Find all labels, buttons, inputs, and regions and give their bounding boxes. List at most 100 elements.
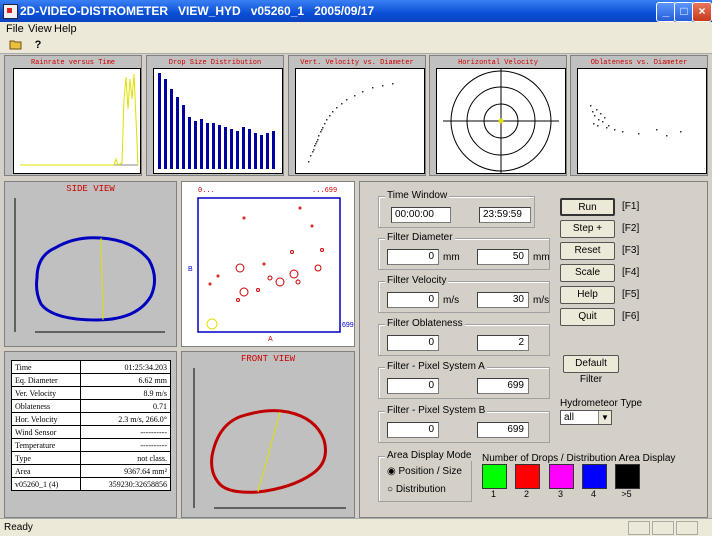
toolbar: ? xyxy=(0,37,712,54)
default-filter-button[interactable]: Default Filter xyxy=(563,355,619,385)
velocity-min-input[interactable]: 0 xyxy=(387,292,439,308)
table-row: Eq. Diameter 6.62 mm xyxy=(10,373,171,387)
area-mode-group: Area Display Mode ◉ Position / Size ○ Di… xyxy=(378,450,474,502)
psb-max-input[interactable]: 699 xyxy=(477,422,529,438)
run-button[interactable]: Run xyxy=(560,198,615,216)
oblateness-min-input[interactable]: 0 xyxy=(387,335,439,351)
time-window-label: Time Window xyxy=(385,190,450,201)
close-button[interactable]: × xyxy=(692,2,712,22)
time-window-group: Time Window 00:00:00 23:59:59 xyxy=(378,190,535,228)
filter-velocity-label: Filter Velocity xyxy=(385,275,449,286)
quit-button[interactable]: Quit xyxy=(560,308,615,326)
title-bar[interactable]: 2D-VIDEO-DISTROMETER VIEW_HYD v05260_1 2… xyxy=(0,0,712,22)
front-view-plot xyxy=(193,368,346,509)
scale-button[interactable]: Scale xyxy=(560,264,615,282)
swatch-1 xyxy=(482,464,507,489)
status-pane xyxy=(676,521,698,535)
chevron-down-icon[interactable]: ▼ xyxy=(598,411,611,424)
filter-psb-label: Filter - Pixel System B xyxy=(385,405,488,416)
window-title: 2D-VIDEO-DISTROMETER VIEW_HYD v05260_1 2… xyxy=(20,4,375,18)
info-panel: Time 01:25:34.203 Eq. Diameter 6.62 mm Ver… xyxy=(4,351,177,518)
folder-open-icon[interactable] xyxy=(8,38,24,53)
dsd-plot xyxy=(158,73,275,169)
swatch-3 xyxy=(549,464,574,489)
minimize-button[interactable]: _ xyxy=(656,2,676,22)
controls-panel: Time Window 00:00:00 23:59:59 Filter Dia… xyxy=(359,181,708,518)
swatch-2 xyxy=(515,464,540,489)
psa-max-input[interactable]: 699 xyxy=(477,378,529,394)
table-row: Type not class. xyxy=(10,451,171,465)
quit-key: [F6] xyxy=(622,311,640,322)
hv-plot xyxy=(443,69,559,173)
filter-velocity-group: Filter Velocity 0 m/s 30 m/s xyxy=(378,275,550,313)
menu-view[interactable]: View xyxy=(28,23,52,35)
app-icon xyxy=(3,4,18,19)
filter-diameter-label: Filter Diameter xyxy=(385,232,455,243)
ob-panel: Oblateness vs. Diameter xyxy=(570,55,708,176)
table-row: Area 9367.64 mm² xyxy=(10,464,171,478)
table-row: Temperature ---------- xyxy=(10,438,171,452)
hydrometeor-type-label: Hydrometeor Type xyxy=(560,398,643,409)
rainrate-plot xyxy=(20,73,139,166)
side-view-plot xyxy=(14,198,165,333)
ob-plot xyxy=(590,105,682,137)
table-row: Hor. Velocity 2.3 m/s, 266.0° xyxy=(10,412,171,426)
psa-min-input[interactable]: 0 xyxy=(387,378,439,394)
time-end-input[interactable]: 23:59:59 xyxy=(479,207,531,223)
filter-oblateness-group: Filter Oblateness 0 2 xyxy=(378,318,550,356)
diameter-max-input[interactable]: 50 xyxy=(477,249,529,265)
vv-plot xyxy=(308,83,394,163)
dsd-title: Drop Size Distribution xyxy=(168,59,262,67)
table-row: Time 01:25:34.203 xyxy=(10,360,171,374)
filter-psb-group: Filter - Pixel System B 0 699 xyxy=(378,405,550,443)
rainrate-title: Rainrate versus Time xyxy=(30,59,115,67)
filter-psa-label: Filter - Pixel System A xyxy=(385,361,487,372)
rainrate-panel: Rainrate versus Time xyxy=(4,55,142,176)
drop-info-table: Time 01:25:34.203 Eq. Diameter 6.62 mm Ver… xyxy=(10,360,171,491)
pixel-view-panel: 0... ...699 B 699 A xyxy=(181,181,355,347)
oblateness-max-input[interactable]: 2 xyxy=(477,335,529,351)
context-help-icon[interactable]: ? xyxy=(30,38,46,53)
table-row: Ver. Velocity 8.9 m/s xyxy=(10,386,171,400)
velocity-max-input[interactable]: 30 xyxy=(477,292,529,308)
step-key: [F2] xyxy=(622,223,640,234)
time-start-input[interactable]: 00:00:00 xyxy=(391,207,451,223)
status-text: Ready xyxy=(4,522,33,533)
filter-diameter-group: Filter Diameter 0 mm 50 mm xyxy=(378,232,550,270)
step-button[interactable]: Step + xyxy=(560,220,615,238)
scale-key: [F4] xyxy=(622,267,640,278)
velocity-max-unit: m/s xyxy=(533,295,550,306)
ob-title: Oblateness vs. Diameter xyxy=(590,59,688,67)
vv-title: Vert. Velocity vs. Diameter xyxy=(300,59,414,67)
help-button[interactable]: Help xyxy=(560,286,615,304)
maximize-button[interactable]: □ xyxy=(674,2,694,22)
swatch-5 xyxy=(615,464,640,489)
dsd-panel: Drop Size Distribution xyxy=(146,55,284,176)
menu-help[interactable]: Help xyxy=(54,23,77,35)
status-pane xyxy=(652,521,674,535)
table-row: v05260_1 (4) 359230:32658856 xyxy=(10,477,171,491)
area-mode-label: Area Display Mode xyxy=(385,450,474,461)
menu-file[interactable]: File xyxy=(6,23,24,35)
diameter-min-unit: mm xyxy=(443,252,460,263)
psb-min-input[interactable]: 0 xyxy=(387,422,439,438)
reset-button[interactable]: Reset xyxy=(560,242,615,260)
diameter-min-input[interactable]: 0 xyxy=(387,249,439,265)
side-view-panel: SIDE VIEW xyxy=(4,181,177,347)
radio-position-size[interactable]: ◉ Position / Size xyxy=(387,466,462,477)
vv-panel: Vert. Velocity vs. Diameter xyxy=(288,55,426,176)
table-row: Wind Sensor ---------- xyxy=(10,425,171,439)
diameter-max-unit: mm xyxy=(533,252,550,263)
drops-area-label: Number of Drops / Distribution Area Disp… xyxy=(482,453,676,464)
hydrometeor-type-select[interactable]: all ▼ xyxy=(560,410,612,425)
velocity-min-unit: m/s xyxy=(443,295,460,306)
hv-title: Horizontal Velocity xyxy=(458,59,538,67)
radio-distribution[interactable]: ○ Distribution xyxy=(387,484,446,495)
help-key: [F5] xyxy=(622,289,640,300)
front-view-panel: FRONT VIEW xyxy=(181,351,355,518)
status-bar: Ready xyxy=(0,518,712,536)
filter-oblateness-label: Filter Oblateness xyxy=(385,318,465,329)
hv-panel: Horizontal Velocity xyxy=(429,55,567,176)
pixel-view-plot xyxy=(197,197,341,333)
status-pane xyxy=(628,521,650,535)
